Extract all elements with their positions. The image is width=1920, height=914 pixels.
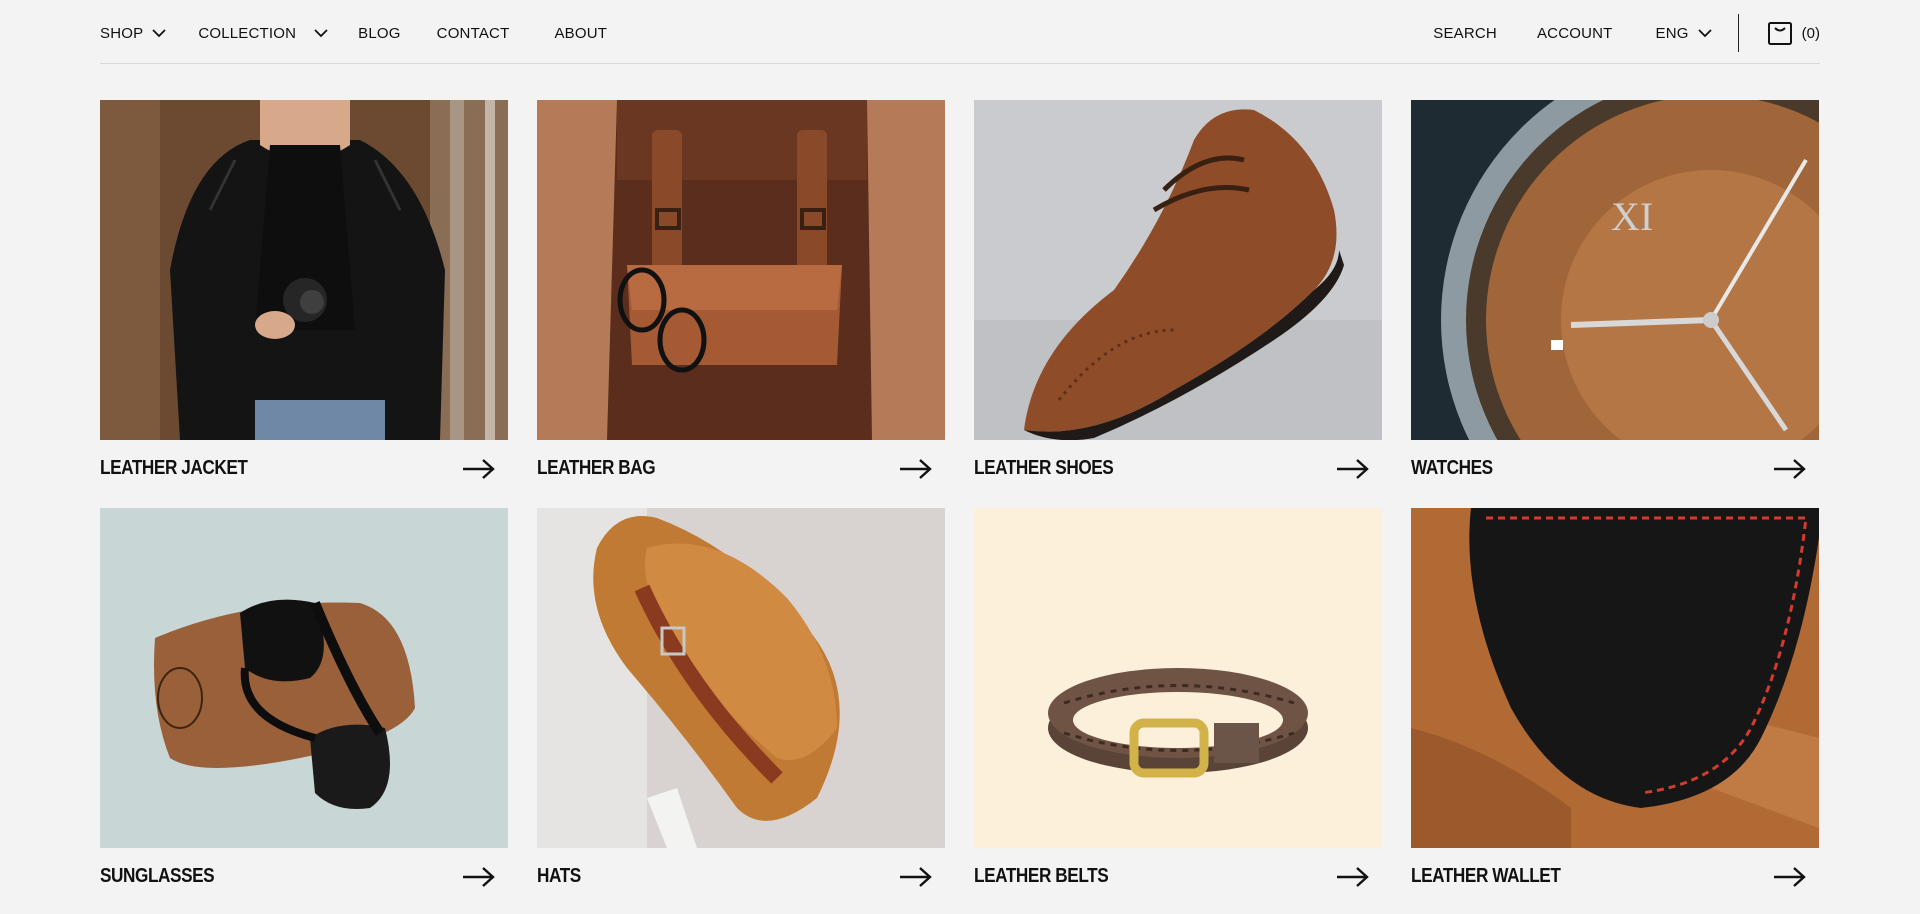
arrow-right-icon[interactable] (1336, 458, 1370, 480)
nav-shop-label: SHOP (100, 24, 144, 42)
shopping-bag-icon (1767, 22, 1792, 45)
header-divider (1737, 14, 1739, 52)
leather-wallet-image (1411, 508, 1819, 848)
chevron-down-icon (1698, 29, 1712, 38)
category-card-leather-shoes[interactable]: LEATHER SHOES (974, 100, 1382, 500)
nav-collection[interactable]: COLLECTION (198, 25, 328, 42)
nav-blog-label: BLOG (358, 24, 401, 42)
category-card-leather-belts[interactable]: LEATHER BELTS (974, 508, 1382, 908)
category-card-leather-bag[interactable]: LEATHER BAG (537, 100, 945, 500)
category-card-sunglasses[interactable]: SUNGLASSES (100, 508, 508, 908)
category-label: LEATHER JACKET (100, 457, 248, 479)
svg-text:XI: XI (1611, 194, 1653, 239)
category-card-leather-wallet[interactable]: LEATHER WALLET (1411, 508, 1819, 908)
nav-about[interactable]: ABOUT (554, 25, 607, 42)
arrow-right-icon[interactable] (462, 458, 496, 480)
category-label: LEATHER BAG (537, 457, 656, 479)
language-label: ENG (1655, 24, 1689, 42)
nav-about-label: ABOUT (554, 24, 608, 42)
arrow-right-icon[interactable] (899, 866, 933, 888)
search-link[interactable]: SEARCH (1433, 25, 1497, 42)
hats-image (537, 508, 945, 848)
arrow-right-icon[interactable] (899, 458, 933, 480)
nav-shop[interactable]: SHOP (100, 25, 166, 42)
header-actions: SEARCH ACCOUNT ENG (0) (1433, 14, 1820, 52)
chevron-down-icon (314, 29, 328, 38)
language-selector[interactable]: ENG (1656, 25, 1712, 42)
arrow-right-icon[interactable] (1336, 866, 1370, 888)
category-label: LEATHER WALLET (1411, 865, 1561, 887)
leather-belts-image (974, 508, 1382, 848)
category-label: LEATHER SHOES (974, 457, 1114, 479)
site-header: SHOP COLLECTION BLOG CONTACT ABOUT SEARC… (100, 0, 1820, 64)
cart-button[interactable]: (0) (1767, 20, 1820, 46)
account-link[interactable]: ACCOUNT (1537, 25, 1613, 42)
category-label: LEATHER BELTS (974, 865, 1109, 887)
leather-bag-image (537, 100, 945, 440)
category-card-hats[interactable]: HATS (537, 508, 945, 908)
nav-contact[interactable]: CONTACT (437, 25, 510, 42)
main-nav: SHOP COLLECTION BLOG CONTACT ABOUT (100, 23, 607, 43)
category-card-watches[interactable]: XI WATCHES (1411, 100, 1819, 500)
arrow-right-icon[interactable] (1773, 458, 1807, 480)
category-label: HATS (537, 865, 581, 887)
sunglasses-image (100, 508, 508, 848)
nav-collection-label: COLLECTION (198, 24, 297, 42)
leather-jacket-image (100, 100, 508, 440)
watches-image: XI (1411, 100, 1819, 440)
search-label: SEARCH (1433, 24, 1497, 42)
nav-blog[interactable]: BLOG (358, 25, 400, 42)
arrow-right-icon[interactable] (1773, 866, 1807, 888)
account-label: ACCOUNT (1536, 24, 1613, 42)
leather-shoes-image (974, 100, 1382, 440)
category-label: SUNGLASSES (100, 865, 215, 887)
nav-contact-label: CONTACT (436, 24, 510, 42)
chevron-down-icon (152, 29, 166, 38)
category-label: WATCHES (1411, 457, 1493, 479)
arrow-right-icon[interactable] (462, 866, 496, 888)
cart-count: (0) (1801, 24, 1820, 42)
category-card-leather-jacket[interactable]: LEATHER JACKET (100, 100, 508, 500)
